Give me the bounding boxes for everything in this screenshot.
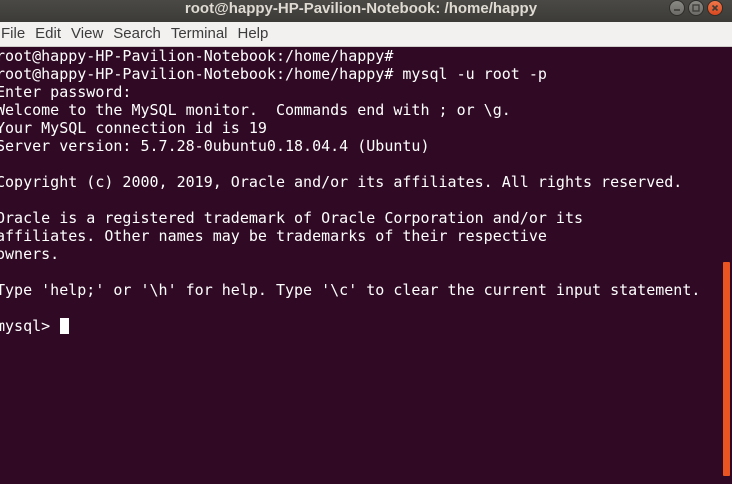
- menu-terminal[interactable]: Terminal: [166, 22, 233, 46]
- title-bar[interactable]: root@happy-HP-Pavilion-Notebook: /home/h…: [0, 0, 732, 22]
- text-cursor: [60, 318, 70, 334]
- menu-search[interactable]: Search: [108, 22, 166, 46]
- terminal-line: Copyright (c) 2000, 2019, Oracle and/or …: [0, 173, 683, 191]
- terminal-line: Enter password:: [0, 83, 132, 101]
- menu-view[interactable]: View: [66, 22, 108, 46]
- terminal-line: Oracle is a registered trademark of Orac…: [0, 209, 583, 227]
- window-controls: [669, 0, 723, 16]
- scrollbar-thumb[interactable]: [723, 262, 730, 476]
- bottom-strip: [0, 477, 722, 484]
- terminal-line: owners.: [0, 245, 60, 263]
- menu-file[interactable]: File: [0, 22, 30, 46]
- terminal-line: Type 'help;' or '\h' for help. Type '\c'…: [0, 281, 701, 299]
- close-icon: [711, 4, 719, 12]
- terminal-line: Welcome to the MySQL monitor. Commands e…: [0, 101, 511, 119]
- terminal-line: affiliates. Other names may be trademark…: [0, 227, 547, 245]
- minimize-icon: [674, 9, 680, 11]
- maximize-icon: [692, 4, 700, 12]
- minimize-button[interactable]: [669, 0, 685, 16]
- terminal-output[interactable]: root@happy-HP-Pavilion-Notebook:/home/ha…: [0, 47, 722, 484]
- menu-edit[interactable]: Edit: [30, 22, 66, 46]
- window-title: root@happy-HP-Pavilion-Notebook: /home/h…: [184, 0, 538, 17]
- menu-bar: File Edit View Search Terminal Help: [0, 22, 732, 47]
- menu-help[interactable]: Help: [233, 22, 274, 46]
- maximize-button[interactable]: [688, 0, 704, 16]
- terminal-line: root@happy-HP-Pavilion-Notebook:/home/ha…: [0, 65, 547, 83]
- terminal-prompt-line[interactable]: mysql>: [0, 317, 70, 335]
- close-button[interactable]: [707, 0, 723, 16]
- terminal-line: Server version: 5.7.28-0ubuntu0.18.04.4 …: [0, 137, 430, 155]
- terminal-line: root@happy-HP-Pavilion-Notebook:/home/ha…: [0, 47, 394, 65]
- terminal-line: Your MySQL connection id is 19: [0, 119, 267, 137]
- terminal-window: root@happy-HP-Pavilion-Notebook: /home/h…: [0, 0, 732, 484]
- mysql-prompt: mysql>: [0, 317, 60, 335]
